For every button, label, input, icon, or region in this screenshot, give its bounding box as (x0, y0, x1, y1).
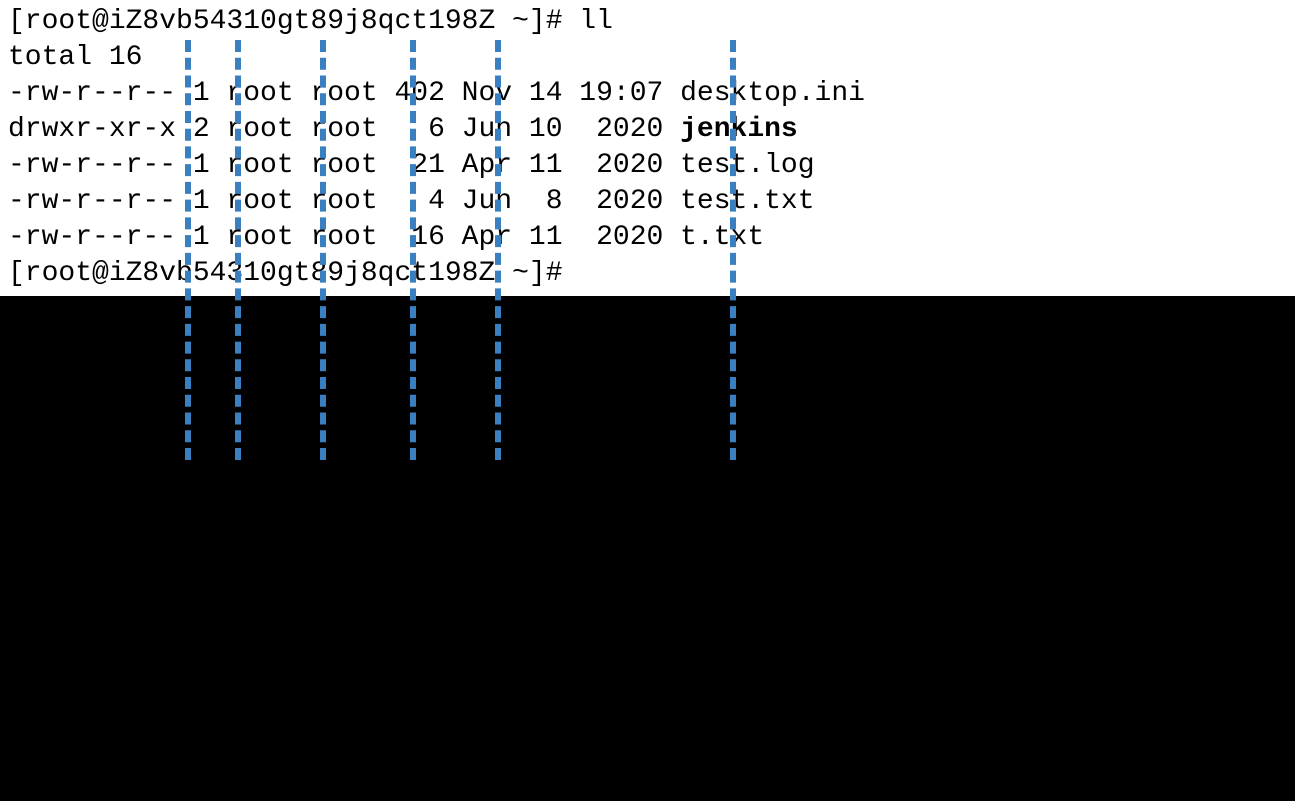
terminal-output: [root@iZ8vb54310gt89j8qct198Z ~]# ll tot… (0, 0, 1295, 296)
file-row: drwxr-xr-x 2 root root 6 Jun 10 2020 jen… (8, 112, 1287, 148)
file-row: -rw-r--r-- 1 root root 4 Jun 8 2020 test… (8, 184, 1287, 220)
file-row: -rw-r--r-- 1 root root 402 Nov 14 19:07 … (8, 76, 1287, 112)
file-row: -rw-r--r-- 1 root root 16 Apr 11 2020 t.… (8, 220, 1287, 256)
total-line: total 16 (8, 40, 1287, 76)
prompt-line-1[interactable]: [root@iZ8vb54310gt89j8qct198Z ~]# ll (8, 4, 1287, 40)
file-row: -rw-r--r-- 1 root root 21 Apr 11 2020 te… (8, 148, 1287, 184)
prompt-line-2[interactable]: [root@iZ8vb54310gt89j8qct198Z ~]# (8, 256, 1287, 292)
